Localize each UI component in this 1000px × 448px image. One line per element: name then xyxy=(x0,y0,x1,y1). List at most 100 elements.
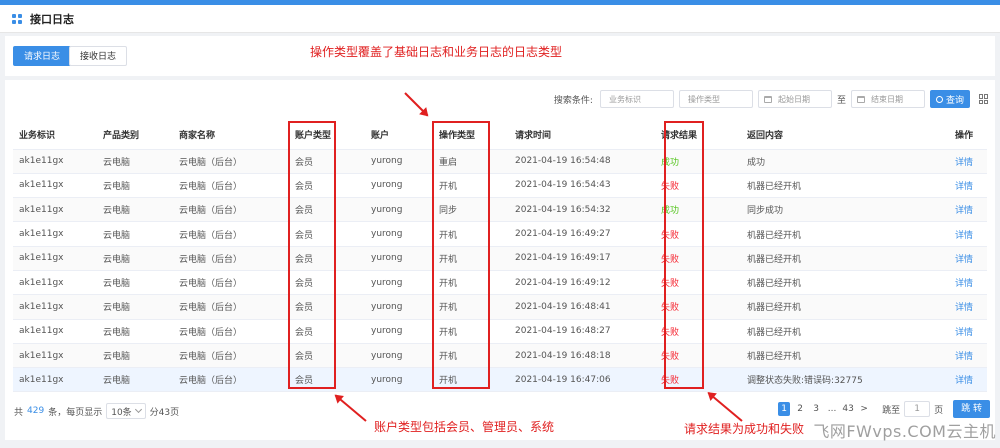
page-size-select[interactable]: 10条 xyxy=(106,403,146,419)
detail-link[interactable]: 详情 xyxy=(911,246,987,271)
search-label: 搜索条件: xyxy=(553,95,593,106)
detail-link[interactable]: 详情 xyxy=(911,294,987,320)
jump-label: 跳至 xyxy=(882,405,901,416)
start-date-placeholder: 起始日期 xyxy=(777,94,810,104)
grid-icon xyxy=(12,13,22,24)
cell-request-time: 2021-04-19 16:49:17 xyxy=(509,246,655,271)
cell-product: 云电脑 xyxy=(97,149,173,174)
cell-response: 成功 xyxy=(741,149,911,174)
detail-link[interactable]: 详情 xyxy=(911,343,987,369)
col-business-id: 业务标识 xyxy=(13,121,97,150)
end-date-input[interactable]: 结束日期 xyxy=(850,90,925,108)
cell-request-time: 2021-04-19 16:47:06 xyxy=(509,367,655,393)
query-button-label: 查询 xyxy=(945,95,964,106)
op-type-input[interactable]: 操作类型 xyxy=(678,90,753,108)
col-action: 操作 xyxy=(911,121,987,150)
cell-account: yurong xyxy=(365,246,433,271)
cell-request-time: 2021-04-19 16:48:18 xyxy=(509,343,655,369)
cell-response: 机器已经开机 xyxy=(741,319,911,344)
cell-request-time: 2021-04-19 16:48:41 xyxy=(509,294,655,320)
page-43[interactable]: 43 xyxy=(842,402,854,416)
cell-request-time: 2021-04-19 16:54:32 xyxy=(509,197,655,223)
pagination-summary: 共 429 条，每页显示 10条 分43页 xyxy=(14,403,179,419)
page-1[interactable]: 1 xyxy=(778,402,791,416)
next-page-button[interactable]: > xyxy=(858,402,870,416)
detail-link[interactable]: 详情 xyxy=(911,197,987,223)
cell-merchant: 云电脑（后台） xyxy=(173,149,289,174)
cell-response: 机器已经开机 xyxy=(741,246,911,271)
cell-business-id: ak1e11gx xyxy=(13,197,97,223)
jump-button[interactable]: 跳 转 xyxy=(953,400,990,418)
column-settings-icon[interactable] xyxy=(979,94,989,104)
watermark: 飞网FWvps.COM云主机 xyxy=(813,422,996,441)
cell-request-time: 2021-04-19 16:54:43 xyxy=(509,173,655,199)
cell-product: 云电脑 xyxy=(97,343,173,369)
page-3[interactable]: 3 xyxy=(810,402,822,416)
cell-request-time: 2021-04-19 16:54:48 xyxy=(509,149,655,174)
cell-product: 云电脑 xyxy=(97,246,173,271)
page-2[interactable]: 2 xyxy=(794,402,806,416)
detail-link[interactable]: 详情 xyxy=(911,270,987,296)
annotation-account-type: 账户类型包括会员、管理员、系统 xyxy=(374,420,555,434)
cell-response: 机器已经开机 xyxy=(741,343,911,369)
business-id-input[interactable]: 业务标识 xyxy=(599,90,674,108)
start-date-input[interactable]: 起始日期 xyxy=(757,90,832,108)
page-ellipsis: ... xyxy=(827,404,837,414)
cell-merchant: 云电脑（后台） xyxy=(173,294,289,320)
pagination: 1 2 3 ... 43 > 跳至 1 页 跳 转 xyxy=(778,400,990,418)
cell-response: 机器已经开机 xyxy=(741,173,911,199)
cell-product: 云电脑 xyxy=(97,173,173,199)
table-row: ak1e11gx 云电脑 云电脑（后台） 会员 yurong 开机 2021-04-19 1… xyxy=(13,221,987,247)
cell-business-id: ak1e11gx xyxy=(13,343,97,369)
cell-merchant: 云电脑（后台） xyxy=(173,270,289,296)
detail-link[interactable]: 详情 xyxy=(911,367,987,393)
tab-receive-log[interactable]: 接收日志 xyxy=(69,46,128,66)
end-date-placeholder: 结束日期 xyxy=(870,94,903,104)
cell-merchant: 云电脑（后台） xyxy=(173,343,289,369)
page-title: 接口日志 xyxy=(30,12,74,26)
cell-response: 机器已经开机 xyxy=(741,294,911,320)
cell-business-id: ak1e11gx xyxy=(13,149,97,174)
date-range-separator: 至 xyxy=(836,95,846,106)
cell-merchant: 云电脑（后台） xyxy=(173,319,289,344)
tab-request-log[interactable]: 请求日志 xyxy=(13,46,72,66)
search-bar: 搜索条件: 业务标识 操作类型 起始日期 至 结束日期 查询 xyxy=(554,90,989,108)
highlight-account-type xyxy=(288,121,336,389)
col-account: 账户 xyxy=(365,121,433,150)
cell-product: 云电脑 xyxy=(97,221,173,247)
col-product: 产品类别 xyxy=(97,121,173,150)
cell-product: 云电脑 xyxy=(97,367,173,393)
detail-link[interactable]: 详情 xyxy=(911,149,987,174)
detail-link[interactable]: 详情 xyxy=(911,173,987,199)
calendar-icon xyxy=(856,95,865,103)
detail-link[interactable]: 详情 xyxy=(911,319,987,344)
cell-merchant: 云电脑（后台） xyxy=(173,246,289,271)
log-table-panel: 搜索条件: 业务标识 操作类型 起始日期 至 结束日期 查询 业务标识 产品类别… xyxy=(5,80,995,440)
cell-product: 云电脑 xyxy=(97,294,173,320)
cell-account: yurong xyxy=(365,270,433,296)
cell-business-id: ak1e11gx xyxy=(13,270,97,296)
search-icon xyxy=(935,95,943,103)
table-row: ak1e11gx 云电脑 云电脑（后台） 会员 yurong 开机 2021-04-19 1… xyxy=(13,367,987,393)
jump-unit: 页 xyxy=(934,405,944,416)
table-row: ak1e11gx 云电脑 云电脑（后台） 会员 yurong 开机 2021-04-19 1… xyxy=(13,173,987,199)
cell-merchant: 云电脑（后台） xyxy=(173,367,289,393)
calendar-icon xyxy=(763,95,772,103)
cell-business-id: ak1e11gx xyxy=(13,221,97,247)
cell-merchant: 云电脑（后台） xyxy=(173,197,289,223)
cell-business-id: ak1e11gx xyxy=(13,367,97,393)
cell-request-time: 2021-04-19 16:48:27 xyxy=(509,319,655,344)
total-prefix: 共 xyxy=(14,407,24,418)
annotation-result: 请求结果为成功和失败 xyxy=(684,422,805,436)
query-button[interactable]: 查询 xyxy=(929,90,970,108)
highlight-result xyxy=(664,121,704,389)
jump-page-input[interactable]: 1 xyxy=(904,401,931,417)
page-size-value: 10条 xyxy=(111,407,132,418)
table-row: ak1e11gx 云电脑 云电脑（后台） 会员 yurong 重启 2021-04-19 1… xyxy=(13,149,987,174)
chevron-down-icon xyxy=(134,405,142,414)
table-row: ak1e11gx 云电脑 云电脑（后台） 会员 yurong 开机 2021-04-19 1… xyxy=(13,270,987,296)
detail-link[interactable]: 详情 xyxy=(911,221,987,247)
cell-business-id: ak1e11gx xyxy=(13,319,97,344)
cell-account: yurong xyxy=(365,221,433,247)
cell-product: 云电脑 xyxy=(97,319,173,344)
